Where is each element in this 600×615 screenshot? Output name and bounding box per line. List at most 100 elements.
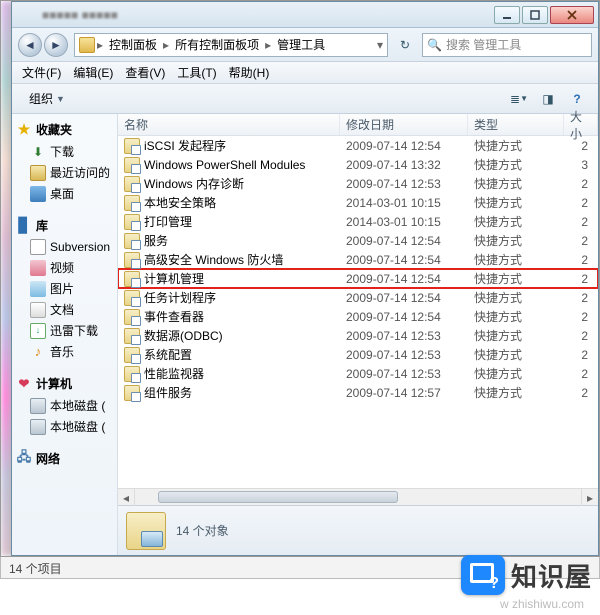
nav-desktop[interactable]: 桌面 xyxy=(14,183,115,204)
menu-tools[interactable]: 工具(T) xyxy=(171,62,222,83)
file-date: 2009-07-14 12:53 xyxy=(346,177,474,191)
file-row[interactable]: Windows 内存诊断2009-07-14 12:53快捷方式2 xyxy=(118,174,598,193)
nav-pictures[interactable]: 图片 xyxy=(14,278,115,299)
nav-music[interactable]: ♪音乐 xyxy=(14,341,115,362)
crumb-all-items[interactable]: 所有控制面板项 xyxy=(171,36,263,53)
file-date: 2009-07-14 12:53 xyxy=(346,329,474,343)
background-blur xyxy=(1,1,11,556)
scroll-right-button[interactable]: ▸ xyxy=(581,489,598,506)
file-row[interactable]: 任务计划程序2009-07-14 12:54快捷方式2 xyxy=(118,288,598,307)
nav-subversion[interactable]: Subversion xyxy=(14,237,115,257)
nav-network[interactable]: 🖧网络 xyxy=(14,447,115,470)
watermark-url: w zhishiwu.com xyxy=(500,597,584,611)
menu-view[interactable]: 查看(V) xyxy=(119,62,171,83)
file-type: 快捷方式 xyxy=(474,194,570,211)
file-name: 组件服务 xyxy=(144,384,346,401)
column-size[interactable]: 大小 xyxy=(564,114,598,135)
file-row[interactable]: 计算机管理2009-07-14 12:54快捷方式2 xyxy=(118,269,598,288)
menu-file[interactable]: 文件(F) xyxy=(16,62,67,83)
file-row[interactable]: 服务2009-07-14 12:54快捷方式2 xyxy=(118,231,598,250)
column-name[interactable]: 名称 xyxy=(118,114,340,135)
download-icon: ⬇ xyxy=(30,144,46,160)
organize-button[interactable]: 组织 ▼ xyxy=(20,86,74,111)
nav-recent[interactable]: 最近访问的 xyxy=(14,162,115,183)
navigation-pane: ★收藏夹 ⬇下载 最近访问的 桌面 ▊库 Subversion 视频 图片 文档… xyxy=(12,114,118,555)
file-row[interactable]: 本地安全策略2014-03-01 10:15快捷方式2 xyxy=(118,193,598,212)
nav-downloads[interactable]: ⬇下载 xyxy=(14,141,115,162)
file-type: 快捷方式 xyxy=(474,175,570,192)
back-button[interactable]: ◄ xyxy=(18,33,42,57)
view-mode-button[interactable]: ≣ ▼ xyxy=(506,88,532,110)
file-name: Windows 内存诊断 xyxy=(144,175,346,192)
nav-videos[interactable]: 视频 xyxy=(14,257,115,278)
help-button[interactable]: ? xyxy=(564,88,590,110)
search-placeholder: 搜索 管理工具 xyxy=(446,36,521,53)
desktop-icon xyxy=(30,186,46,202)
nav-favorites[interactable]: ★收藏夹 xyxy=(14,118,115,141)
file-size: 2 xyxy=(570,272,598,286)
folder-icon xyxy=(79,37,95,53)
file-date: 2009-07-14 12:54 xyxy=(346,253,474,267)
nav-computer[interactable]: ❤计算机 xyxy=(14,372,115,395)
breadcrumb[interactable]: ▸ 控制面板 ▸ 所有控制面板项 ▸ 管理工具 ▾ xyxy=(74,33,388,57)
maximize-button[interactable] xyxy=(522,6,548,24)
nav-libraries[interactable]: ▊库 xyxy=(14,214,115,237)
file-name: 计算机管理 xyxy=(144,270,346,287)
xunlei-icon: ↓ xyxy=(30,323,46,339)
file-date: 2009-07-14 12:53 xyxy=(346,348,474,362)
file-row[interactable]: 数据源(ODBC)2009-07-14 12:53快捷方式2 xyxy=(118,326,598,345)
watermark-brand: 知识屋 xyxy=(511,557,592,594)
refresh-button[interactable]: ↻ xyxy=(394,34,416,56)
file-name: Windows PowerShell Modules xyxy=(144,158,346,172)
file-row[interactable]: 打印管理2014-03-01 10:15快捷方式2 xyxy=(118,212,598,231)
file-row[interactable]: 系统配置2009-07-14 12:53快捷方式2 xyxy=(118,345,598,364)
file-type: 快捷方式 xyxy=(474,365,570,382)
file-row[interactable]: 性能监视器2009-07-14 12:53快捷方式2 xyxy=(118,364,598,383)
file-row[interactable]: 高级安全 Windows 防火墙2009-07-14 12:54快捷方式2 xyxy=(118,250,598,269)
file-type: 快捷方式 xyxy=(474,384,570,401)
nav-localdisk-1[interactable]: 本地磁盘 ( xyxy=(14,395,115,416)
search-input[interactable]: 🔍 搜索 管理工具 xyxy=(422,33,592,57)
scroll-thumb[interactable] xyxy=(158,491,398,503)
file-row[interactable]: Windows PowerShell Modules2009-07-14 13:… xyxy=(118,155,598,174)
file-row[interactable]: 组件服务2009-07-14 12:57快捷方式2 xyxy=(118,383,598,402)
preview-pane-button[interactable]: ◨ xyxy=(535,88,561,110)
drive-icon xyxy=(30,419,46,435)
file-size: 2 xyxy=(570,139,598,153)
dropdown-icon[interactable]: ▾ xyxy=(377,38,383,52)
file-size: 2 xyxy=(570,215,598,229)
menu-help[interactable]: 帮助(H) xyxy=(223,62,276,83)
file-name: 高级安全 Windows 防火墙 xyxy=(144,251,346,268)
column-type[interactable]: 类型 xyxy=(468,114,564,135)
horizontal-scrollbar[interactable]: ◂ ▸ xyxy=(118,488,598,505)
minimize-button[interactable] xyxy=(494,6,520,24)
file-date: 2009-07-14 12:54 xyxy=(346,272,474,286)
scroll-left-button[interactable]: ◂ xyxy=(118,489,135,506)
file-name: 性能监视器 xyxy=(144,365,346,382)
nav-xunlei[interactable]: ↓迅雷下载 xyxy=(14,320,115,341)
nav-localdisk-2[interactable]: 本地磁盘 ( xyxy=(14,416,115,437)
file-name: 任务计划程序 xyxy=(144,289,346,306)
crumb-control-panel[interactable]: 控制面板 xyxy=(105,36,161,53)
file-size: 2 xyxy=(570,196,598,210)
picture-icon xyxy=(30,281,46,297)
nav-documents[interactable]: 文档 xyxy=(14,299,115,320)
watermark: 知识屋 xyxy=(461,555,592,595)
crumb-admin-tools[interactable]: 管理工具 xyxy=(273,36,329,53)
file-size: 2 xyxy=(570,367,598,381)
forward-button[interactable]: ► xyxy=(44,33,68,57)
chevron-right-icon: ▸ xyxy=(97,38,103,52)
column-date[interactable]: 修改日期 xyxy=(340,114,468,135)
file-type: 快捷方式 xyxy=(474,156,570,173)
close-button[interactable] xyxy=(550,6,594,24)
file-name: iSCSI 发起程序 xyxy=(144,137,346,154)
file-row[interactable]: 事件查看器2009-07-14 12:54快捷方式2 xyxy=(118,307,598,326)
file-row[interactable]: iSCSI 发起程序2009-07-14 12:54快捷方式2 xyxy=(118,136,598,155)
menu-edit[interactable]: 编辑(E) xyxy=(67,62,119,83)
file-type: 快捷方式 xyxy=(474,270,570,287)
file-type: 快捷方式 xyxy=(474,137,570,154)
chevron-right-icon: ▸ xyxy=(163,38,169,52)
subversion-icon xyxy=(30,239,46,255)
shortcut-icon xyxy=(124,347,140,363)
chevron-down-icon: ▼ xyxy=(56,94,65,104)
